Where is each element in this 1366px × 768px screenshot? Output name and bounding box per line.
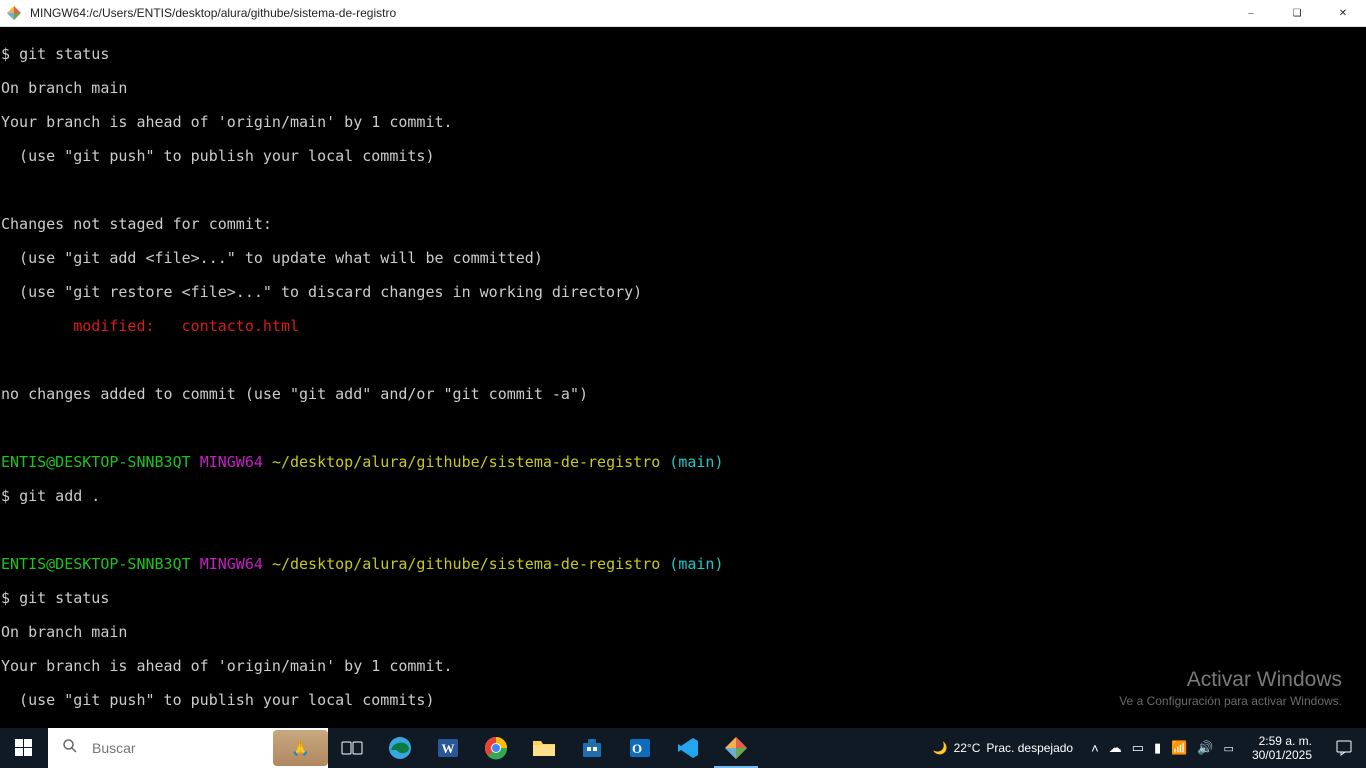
clock-date: 30/01/2025 [1252, 748, 1312, 762]
titlebar[interactable]: MINGW64:/c/Users/ENTIS/desktop/alura/git… [0, 0, 1366, 27]
microsoft-store-icon[interactable] [568, 728, 616, 768]
system-tray[interactable]: 🌙 22°C Prac. despejado ˄ ☁ ▭ ▮ 📶 🔊 ▭ 2:5… [923, 728, 1366, 768]
file-explorer-icon[interactable] [520, 728, 568, 768]
window-title: MINGW64:/c/Users/ENTIS/desktop/alura/git… [30, 6, 396, 20]
taskbar-search[interactable]: 🙏 [48, 728, 328, 768]
taskbar[interactable]: 🙏 W O 🌙 22°C Prac. despejado ˄ ☁ ▭ ▮ 📶 🔊… [0, 728, 1366, 768]
search-icon [62, 738, 78, 758]
svg-text:W: W [442, 741, 455, 756]
maximize-button[interactable]: ❏ [1274, 0, 1320, 27]
minimize-button[interactable]: – [1228, 0, 1274, 27]
search-decoration-icon: 🙏 [273, 730, 328, 766]
chrome-icon[interactable] [472, 728, 520, 768]
weather-temp: 22°C [954, 741, 981, 755]
start-button[interactable] [0, 728, 48, 768]
meet-now-icon[interactable]: ▭ [1132, 740, 1144, 756]
tray-chevron-icon[interactable]: ˄ [1091, 741, 1099, 756]
wifi-icon[interactable]: 📶 [1171, 740, 1187, 756]
language-icon[interactable]: ▭ [1224, 742, 1234, 755]
volume-icon[interactable]: 🔊 [1197, 740, 1213, 756]
outlook-icon[interactable]: O [616, 728, 664, 768]
terminal-output[interactable]: $ git status On branch main Your branch … [0, 27, 1366, 732]
edge-icon[interactable] [376, 728, 424, 768]
git-bash-icon[interactable] [712, 728, 760, 768]
battery-icon[interactable]: ▮ [1154, 740, 1161, 756]
notifications-icon[interactable] [1322, 739, 1366, 757]
close-button[interactable]: ✕ [1320, 0, 1366, 27]
weather-desc: Prac. despejado [986, 741, 1073, 755]
taskbar-clock[interactable]: 2:59 a. m. 30/01/2025 [1242, 734, 1322, 762]
clock-time: 2:59 a. m. [1252, 734, 1312, 748]
search-input[interactable] [92, 740, 273, 756]
weather-widget[interactable]: 🌙 22°C Prac. despejado [923, 741, 1084, 755]
word-icon[interactable]: W [424, 728, 472, 768]
svg-text:O: O [632, 741, 642, 756]
onedrive-icon[interactable]: ☁ [1109, 740, 1122, 756]
task-view-icon[interactable] [328, 728, 376, 768]
terminal-app-icon [6, 5, 22, 21]
vscode-icon[interactable] [664, 728, 712, 768]
weather-icon: 🌙 [933, 741, 948, 755]
